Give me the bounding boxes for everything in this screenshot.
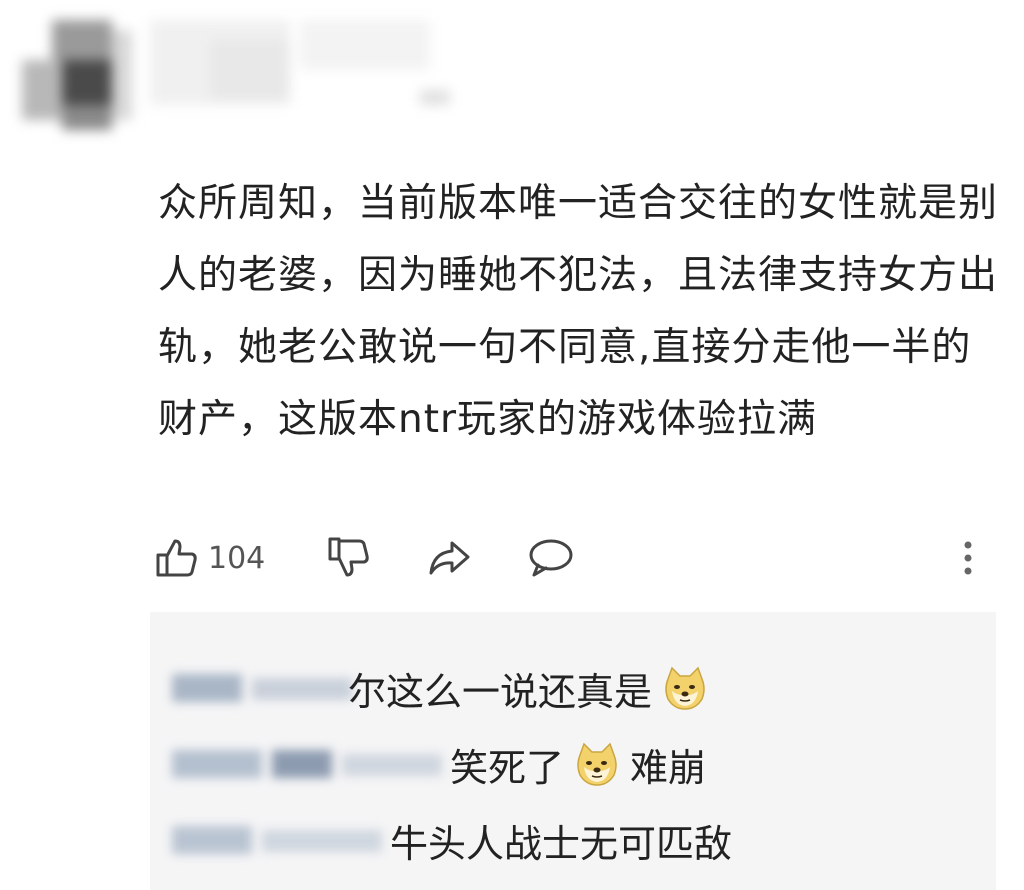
- reply-item[interactable]: 笑死了 难崩: [150, 734, 996, 794]
- reply-text-after: 难崩: [630, 745, 707, 790]
- reply-username[interactable]: [172, 826, 382, 854]
- reply-text: 尔这么一说还真是: [348, 658, 718, 718]
- reply-text-before: 牛头人战士无可匹敌: [390, 821, 733, 866]
- share-button[interactable]: [426, 528, 472, 588]
- reply-text: 笑死了 难崩: [450, 734, 706, 794]
- reply-text: 牛头人战士无可匹敌: [390, 810, 732, 870]
- reply-text-before: 笑死了: [450, 745, 565, 790]
- thumbs-up-icon: [156, 539, 197, 577]
- thumbs-down-icon: [328, 537, 369, 577]
- comment-text: 众所周知，当前版本唯一适合交往的女性就是别人的老婆，因为睡她不犯法，且法律支持女…: [158, 181, 999, 442]
- username[interactable]: [150, 20, 450, 105]
- like-count: 104: [208, 540, 266, 576]
- replies-panel: 尔这么一说还真是 笑死了 难崩 牛头人战士无可匹敌: [150, 612, 996, 890]
- doge-emoji-icon: [665, 666, 705, 710]
- more-options-button[interactable]: [958, 528, 978, 588]
- dislike-button[interactable]: [326, 528, 372, 588]
- reply-text-before: 尔这么一说还真是: [348, 669, 653, 714]
- comment-actions: 104: [150, 528, 1010, 588]
- avatar[interactable]: [22, 20, 132, 130]
- reply-button[interactable]: [526, 528, 574, 588]
- reply-icon: [529, 539, 573, 577]
- doge-emoji-icon: [577, 742, 617, 786]
- reply-item[interactable]: 尔这么一说还真是: [150, 658, 996, 718]
- reply-username[interactable]: [172, 750, 442, 778]
- more-vertical-icon: [964, 541, 972, 575]
- reply-username[interactable]: [172, 674, 352, 702]
- share-icon: [429, 541, 470, 575]
- comment-header: [0, 0, 1024, 150]
- like-button[interactable]: 104: [154, 528, 265, 588]
- reply-item[interactable]: 牛头人战士无可匹敌: [150, 810, 996, 870]
